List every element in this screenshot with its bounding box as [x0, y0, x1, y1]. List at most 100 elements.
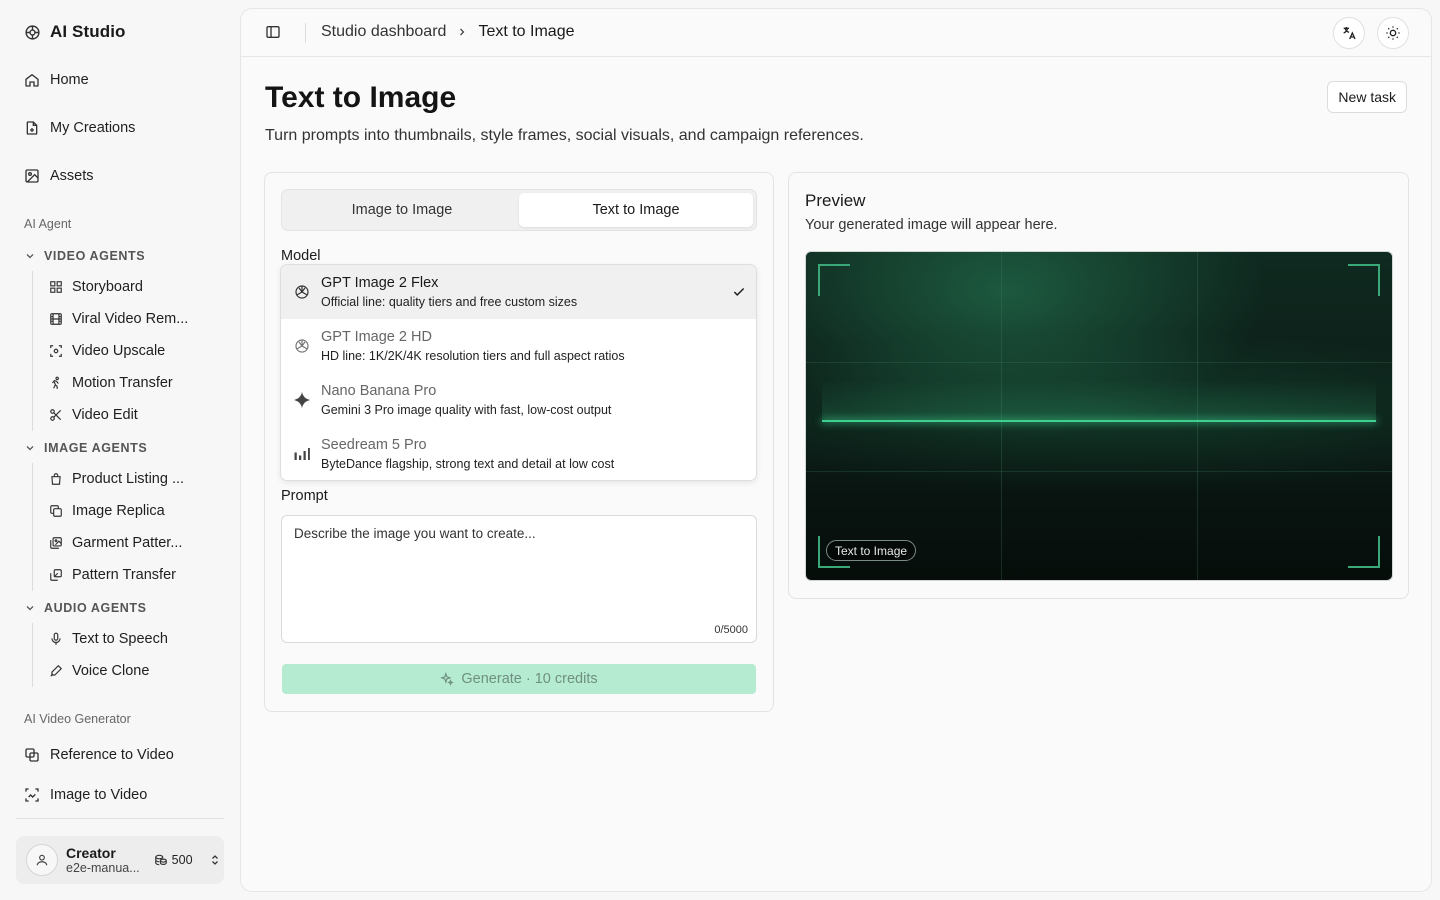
sidebar-item-assets[interactable]: Assets	[16, 160, 224, 192]
generation-form: Image to Image Text to Image Model GPT I…	[264, 172, 774, 712]
brand[interactable]: AI Studio	[24, 22, 126, 42]
sidebar-item-label: Garment Patter...	[72, 535, 183, 551]
mode-tabs: Image to Image Text to Image	[281, 189, 757, 231]
sidebar-item-image-to-video[interactable]: Image to Video	[16, 779, 224, 811]
scissors-icon	[49, 408, 63, 422]
model-label: Model	[281, 248, 321, 264]
video-agents-list: Storyboard Viral Video Rem... Video Upsc…	[32, 271, 222, 431]
sidebar-item-label: Image to Video	[50, 787, 148, 803]
microphone-icon	[49, 632, 63, 646]
main-panel: Studio dashboard Text to Image Text to I…	[240, 8, 1432, 892]
prompt-label: Prompt	[281, 488, 328, 504]
breadcrumb-parent[interactable]: Studio dashboard	[321, 23, 446, 41]
sidebar-item-my-creations[interactable]: My Creations	[16, 112, 224, 144]
chevrons-up-down-icon	[209, 853, 221, 867]
sidebar-item-motion-transfer[interactable]: Motion Transfer	[33, 367, 222, 399]
sidebar-item-label: Image Replica	[72, 503, 165, 519]
image-agents-list: Product Listing ... Image Replica Garmen…	[32, 463, 222, 591]
preview-canvas: Text to Image	[805, 251, 1393, 581]
sidebar-item-reference-to-video[interactable]: Reference to Video	[16, 739, 224, 771]
primary-nav: Home My Creations Assets	[16, 64, 224, 208]
preview-panel: Preview Your generated image will appear…	[788, 172, 1409, 599]
sidebar-divider	[16, 818, 224, 819]
sidebar-item-label: Storyboard	[72, 279, 143, 295]
sidebar-item-text-to-speech[interactable]: Text to Speech	[33, 623, 222, 655]
audio-agents-list: Text to Speech Voice Clone	[32, 623, 222, 687]
transfer-icon	[49, 568, 63, 582]
sidebar: AI Studio Home My Creations Assets AI Ag…	[0, 0, 240, 900]
group-title: AUDIO AGENTS	[44, 601, 147, 615]
copy-icon	[49, 504, 63, 518]
sidebar-item-image-replica[interactable]: Image Replica	[33, 495, 222, 527]
user-menu[interactable]: Creator e2e-manua... 500	[16, 836, 224, 884]
chevron-down-icon	[24, 602, 36, 614]
pen-icon	[49, 664, 63, 678]
sidebar-item-storyboard[interactable]: Storyboard	[33, 271, 222, 303]
group-audio-agents[interactable]: AUDIO AGENTS	[24, 598, 147, 618]
sidebar-item-label: Pattern Transfer	[72, 567, 176, 583]
tab-text-to-image[interactable]: Text to Image	[519, 193, 753, 227]
user-icon	[35, 853, 49, 867]
char-counter: 0/5000	[714, 624, 748, 636]
corner-bracket	[1348, 264, 1380, 296]
check-icon	[732, 285, 746, 299]
app-title: AI Studio	[50, 22, 126, 41]
credits-balance: 500	[154, 853, 193, 867]
model-option-gpt-image-2-hd[interactable]: GPT Image 2 HD HD line: 1K/2K/4K resolut…	[281, 319, 756, 373]
scan-icon	[24, 787, 40, 803]
breadcrumb: Studio dashboard Text to Image	[321, 23, 574, 41]
grid-line	[806, 471, 1392, 472]
sidebar-item-pattern-transfer[interactable]: Pattern Transfer	[33, 559, 222, 591]
model-name: GPT Image 2 HD	[321, 329, 432, 345]
credits-value: 500	[171, 853, 193, 867]
group-image-agents[interactable]: IMAGE AGENTS	[24, 438, 147, 458]
model-description: HD line: 1K/2K/4K resolution tiers and f…	[321, 349, 625, 363]
sidebar-item-garment-pattern[interactable]: Garment Patter...	[33, 527, 222, 559]
corner-bracket	[818, 264, 850, 296]
bars-icon	[293, 445, 311, 463]
topbar-divider	[305, 23, 306, 43]
model-option-seedream-5-pro[interactable]: Seedream 5 Pro ByteDance flagship, stron…	[281, 427, 756, 480]
model-option-gpt-image-2-flex[interactable]: GPT Image 2 Flex Official line: quality …	[281, 265, 756, 319]
grid-line	[806, 362, 1392, 363]
user-name: Creator	[66, 845, 116, 861]
avatar	[26, 844, 58, 876]
bag-icon	[49, 472, 63, 486]
sidebar-item-label: Assets	[50, 168, 94, 184]
scan-icon	[49, 344, 63, 358]
sidebar-item-label: Viral Video Rem...	[72, 311, 189, 327]
openai-icon	[293, 283, 311, 301]
file-icon	[24, 120, 40, 136]
generate-button[interactable]: Generate · 10 credits	[282, 664, 756, 694]
sidebar-item-video-upscale[interactable]: Video Upscale	[33, 335, 222, 367]
sidebar-item-product-listing[interactable]: Product Listing ...	[33, 463, 222, 495]
preview-mode-badge: Text to Image	[826, 540, 917, 561]
group-video-agents[interactable]: VIDEO AGENTS	[24, 246, 145, 266]
model-option-nano-banana-pro[interactable]: Nano Banana Pro Gemini 3 Pro image quali…	[281, 373, 756, 427]
sun-icon	[1385, 25, 1401, 41]
tab-image-to-image[interactable]: Image to Image	[285, 193, 519, 227]
sidebar-item-label: Voice Clone	[72, 663, 150, 679]
section-ai-agent: AI Agent	[24, 217, 72, 231]
chevron-right-icon	[456, 26, 468, 38]
prompt-input[interactable]	[282, 516, 756, 642]
sidebar-toggle-icon[interactable]	[265, 24, 281, 40]
sidebar-item-video-edit[interactable]: Video Edit	[33, 399, 222, 431]
sidebar-item-home[interactable]: Home	[16, 64, 224, 96]
new-task-button[interactable]: New task	[1327, 81, 1407, 113]
theme-toggle-button[interactable]	[1377, 17, 1409, 49]
sidebar-item-viral-video[interactable]: Viral Video Rem...	[33, 303, 222, 335]
section-ai-video-generator: AI Video Generator	[24, 712, 131, 726]
prompt-field: 0/5000	[281, 515, 757, 643]
user-email: e2e-manua...	[66, 861, 140, 875]
sidebar-item-label: Home	[50, 72, 89, 88]
openai-icon	[293, 337, 311, 355]
sidebar-item-label: Product Listing ...	[72, 471, 185, 487]
image-icon	[24, 168, 40, 184]
sidebar-item-voice-clone[interactable]: Voice Clone	[33, 655, 222, 687]
sparkles-icon	[440, 672, 455, 686]
film-icon	[49, 312, 63, 326]
group-title: IMAGE AGENTS	[44, 441, 148, 455]
translate-icon	[1341, 25, 1357, 41]
language-button[interactable]	[1333, 17, 1365, 49]
